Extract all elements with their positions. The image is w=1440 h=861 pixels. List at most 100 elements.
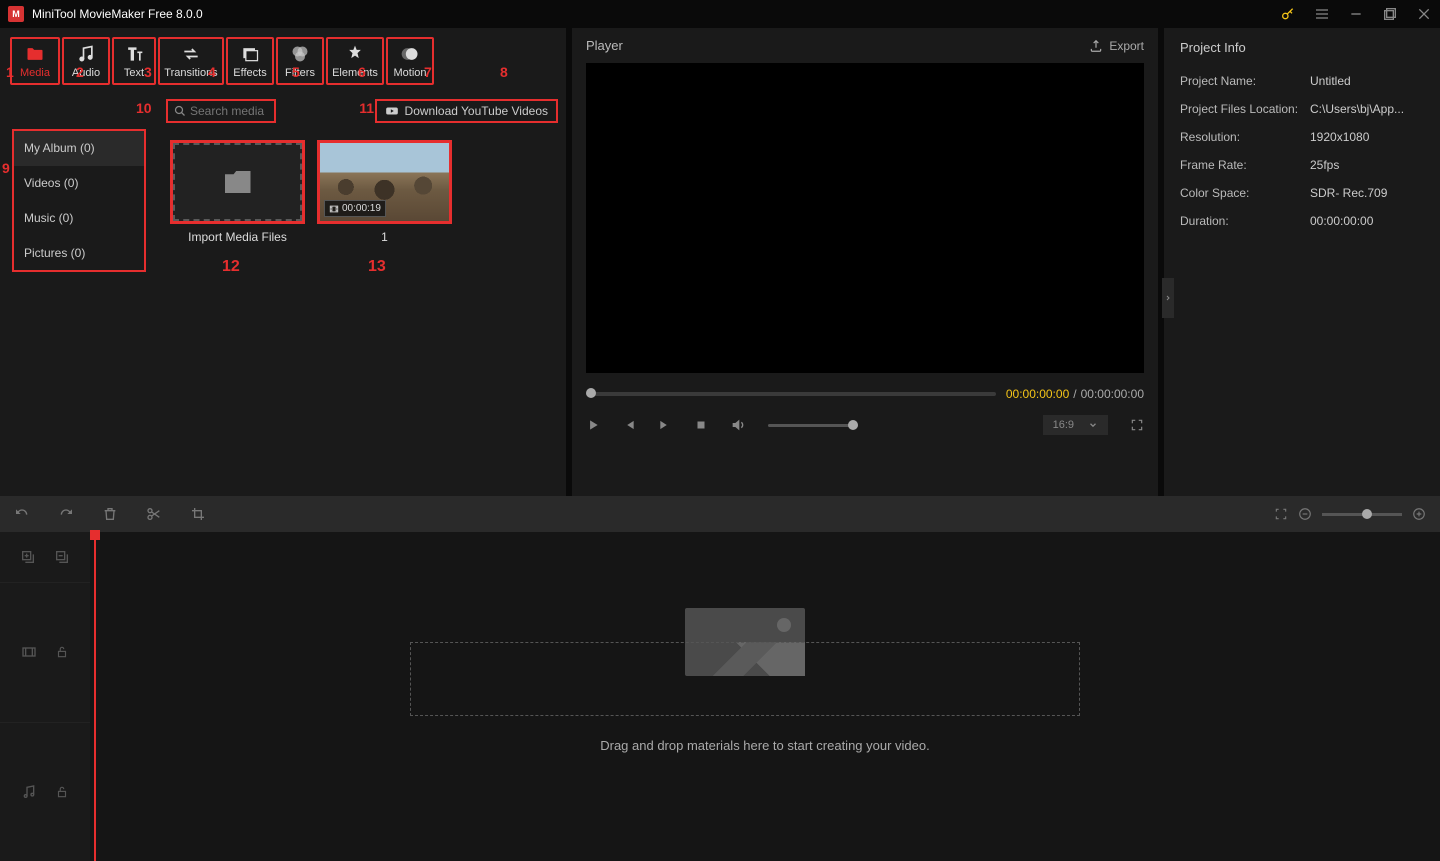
timeline-gutter: [0, 532, 90, 861]
search-media[interactable]: [166, 99, 276, 123]
film-icon: [329, 204, 339, 214]
annotation-6: 6: [358, 64, 366, 80]
folder-icon: [25, 44, 45, 64]
add-track-icon[interactable]: [20, 549, 36, 565]
volume-slider[interactable]: [768, 424, 858, 427]
undo-button[interactable]: [14, 506, 30, 522]
timeline-drop-zone[interactable]: [410, 642, 1080, 716]
auto-zoom-button[interactable]: [1274, 507, 1288, 521]
title-bar: M MiniTool MovieMaker Free 8.0.0: [0, 0, 1440, 28]
close-icon[interactable]: [1416, 6, 1432, 22]
info-row: Project Files Location:C:\Users\bj\App..…: [1164, 95, 1440, 123]
sidebar-item-videos[interactable]: Videos (0): [14, 166, 144, 201]
tab-filters[interactable]: Filters: [276, 37, 324, 85]
timeline-panel: Drag and drop materials here to start cr…: [0, 496, 1440, 861]
folder-icon: [225, 171, 251, 193]
audio-track-icon: [21, 784, 37, 800]
music-icon: [76, 44, 96, 64]
media-sidebar: 9 My Album (0) Videos (0) Music (0) Pict…: [0, 94, 158, 496]
annotation-8: 8: [500, 64, 508, 80]
annotation-1: 1: [6, 64, 14, 80]
media-panel: 1 Media 2 Audio 3 Text 4: [0, 28, 566, 496]
aspect-ratio-select[interactable]: 16:9: [1043, 415, 1108, 435]
annotation-2: 2: [76, 64, 84, 80]
stop-button[interactable]: [694, 418, 708, 432]
annotation-3: 3: [144, 64, 152, 80]
player-panel: Player Export 00:00:00:00 / 00:00:00:00: [572, 28, 1158, 496]
chevron-down-icon: [1088, 420, 1098, 430]
maximize-icon[interactable]: [1382, 6, 1398, 22]
player-title: Player: [586, 38, 1089, 53]
effects-icon: [240, 44, 260, 64]
info-row: Project Name:Untitled: [1164, 67, 1440, 95]
annotation-10: 10: [136, 100, 152, 116]
redo-button[interactable]: [58, 506, 74, 522]
playhead[interactable]: [94, 532, 96, 861]
project-info-panel: Project Info Project Name:Untitled Proje…: [1164, 28, 1440, 496]
export-label: Export: [1109, 39, 1144, 53]
clip-label: 1: [381, 230, 388, 244]
time-total: 00:00:00:00: [1081, 387, 1144, 401]
info-row: Duration:00:00:00:00: [1164, 207, 1440, 235]
project-info-title: Project Info: [1164, 40, 1440, 67]
media-grid: Import Media Files 12 00:00:19: [158, 128, 566, 496]
video-preview[interactable]: [586, 63, 1144, 373]
sidebar-item-myalbum[interactable]: My Album (0): [14, 131, 144, 166]
minimize-icon[interactable]: [1348, 6, 1364, 22]
main-toolbar: 1 Media 2 Audio 3 Text 4: [0, 28, 566, 94]
key-icon[interactable]: [1280, 6, 1296, 22]
timeline-canvas[interactable]: Drag and drop materials here to start cr…: [90, 532, 1440, 861]
elements-icon: [345, 44, 365, 64]
annotation-12: 12: [222, 258, 240, 276]
prev-frame-button[interactable]: [622, 418, 636, 432]
tab-elements[interactable]: Elements: [326, 37, 384, 85]
media-clip-1[interactable]: 00:00:19 1 13: [317, 140, 452, 244]
text-icon: [124, 44, 144, 64]
info-row: Frame Rate:25fps: [1164, 151, 1440, 179]
youtube-icon: [385, 104, 399, 118]
tab-media[interactable]: Media: [10, 37, 60, 85]
annotation-13: 13: [368, 258, 386, 276]
video-track-icon: [21, 644, 37, 660]
sidebar-item-music[interactable]: Music (0): [14, 201, 144, 236]
info-row: Color Space:SDR- Rec.709: [1164, 179, 1440, 207]
export-button[interactable]: Export: [1089, 39, 1144, 53]
transitions-icon: [181, 44, 201, 64]
import-media-label: Import Media Files: [188, 230, 287, 244]
motion-icon: [400, 44, 420, 64]
timeline-toolbar: [0, 496, 1440, 532]
app-icon: M: [8, 6, 24, 22]
zoom-out-button[interactable]: [1298, 507, 1312, 521]
annotation-11: 11: [359, 100, 374, 116]
sidebar-item-pictures[interactable]: Pictures (0): [14, 236, 144, 270]
remove-track-icon[interactable]: [54, 549, 70, 565]
app-title: MiniTool MovieMaker Free 8.0.0: [32, 7, 1280, 21]
zoom-slider[interactable]: [1322, 513, 1402, 516]
fullscreen-button[interactable]: [1130, 418, 1144, 432]
hamburger-icon[interactable]: [1314, 6, 1330, 22]
export-icon: [1089, 39, 1103, 53]
next-frame-button[interactable]: [658, 418, 672, 432]
time-current: 00:00:00:00: [1006, 387, 1069, 401]
split-button[interactable]: [146, 506, 162, 522]
clip-duration-badge: 00:00:19: [324, 200, 386, 217]
play-button[interactable]: [586, 418, 600, 432]
annotation-7: 7: [424, 64, 432, 80]
tab-effects[interactable]: Effects: [226, 37, 274, 85]
filters-icon: [290, 44, 310, 64]
scrub-bar[interactable]: [586, 392, 996, 396]
search-input[interactable]: [190, 104, 268, 118]
download-youtube-button[interactable]: Download YouTube Videos: [375, 99, 558, 123]
import-media-card[interactable]: Import Media Files 12: [170, 140, 305, 244]
crop-button[interactable]: [190, 506, 206, 522]
lock-icon[interactable]: [55, 645, 69, 659]
download-youtube-label: Download YouTube Videos: [405, 104, 548, 118]
delete-button[interactable]: [102, 506, 118, 522]
zoom-in-button[interactable]: [1412, 507, 1426, 521]
lock-icon[interactable]: [55, 785, 69, 799]
annotation-4: 4: [208, 64, 216, 80]
volume-icon[interactable]: [730, 417, 746, 433]
annotation-9: 9: [2, 160, 10, 176]
collapse-info-button[interactable]: [1162, 278, 1174, 318]
tab-audio[interactable]: Audio: [62, 37, 110, 85]
